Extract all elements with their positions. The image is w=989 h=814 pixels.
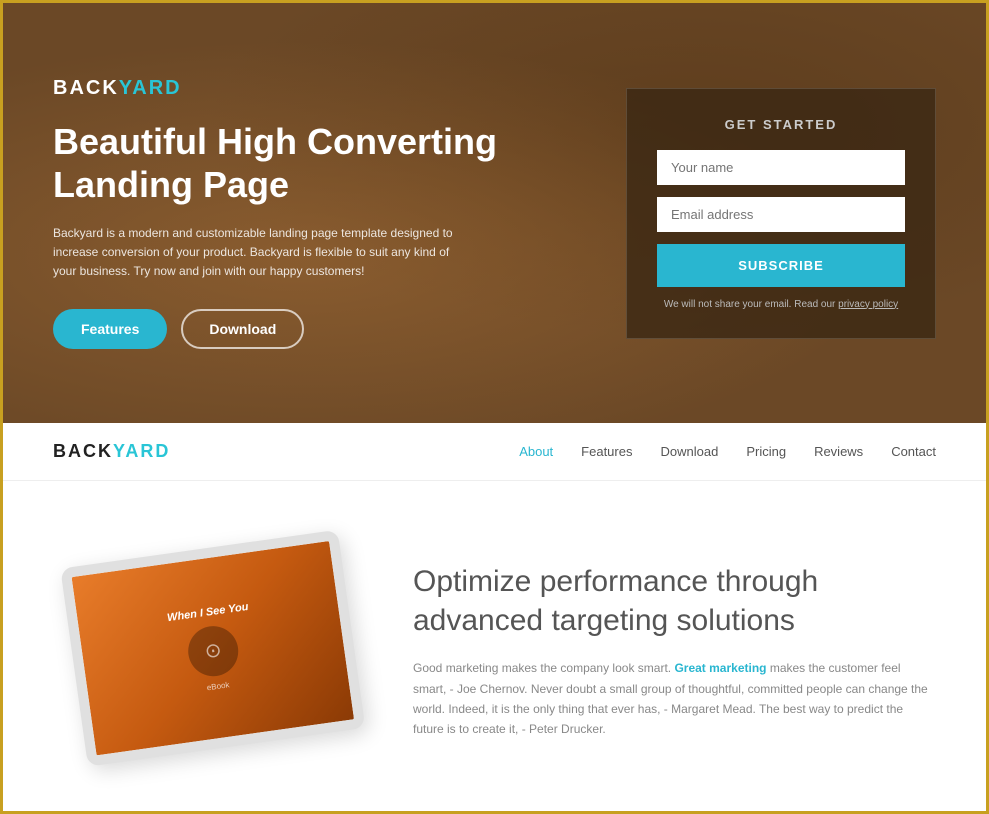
- navbar-logo-yard: YARD: [113, 441, 170, 461]
- content-highlight: Great marketing: [674, 661, 766, 675]
- tablet-bottom-text: eBook: [206, 680, 230, 692]
- navbar-logo: BACKYARD: [53, 441, 170, 462]
- logo-back: BACK: [53, 77, 119, 99]
- tablet-circle-icon: ⊙: [185, 623, 241, 679]
- nav-link-download[interactable]: Download: [660, 444, 718, 459]
- nav-item-features[interactable]: Features: [581, 443, 632, 461]
- nav-link-contact[interactable]: Contact: [891, 444, 936, 459]
- nav-item-pricing[interactable]: Pricing: [746, 443, 786, 461]
- hero-subtext: Backyard is a modern and customizable la…: [53, 224, 453, 282]
- tablet-book-title: When I See You: [156, 599, 259, 627]
- hero-section: BACKYARD Beautiful High Converting Landi…: [3, 3, 986, 423]
- email-input[interactable]: [657, 197, 905, 232]
- nav-link-reviews[interactable]: Reviews: [814, 444, 863, 459]
- navbar-nav: About Features Download Pricing Reviews …: [519, 443, 936, 461]
- features-button[interactable]: Features: [53, 309, 167, 349]
- hero-content: BACKYARD Beautiful High Converting Landi…: [3, 37, 986, 390]
- nav-item-download[interactable]: Download: [660, 443, 718, 461]
- content-headline: Optimize performance through advanced ta…: [413, 562, 936, 640]
- nav-item-reviews[interactable]: Reviews: [814, 443, 863, 461]
- content-section: When I See You ⊙ eBook Optimize performa…: [3, 481, 986, 811]
- get-started-form: GET STARTED SUBSCRIBE We will not share …: [626, 88, 936, 339]
- privacy-policy-link[interactable]: privacy policy: [838, 299, 898, 310]
- subscribe-button[interactable]: SUBSCRIBE: [657, 244, 905, 287]
- navbar: BACKYARD About Features Download Pricing…: [3, 423, 986, 481]
- nav-link-about[interactable]: About: [519, 444, 553, 459]
- download-button[interactable]: Download: [181, 309, 304, 349]
- hero-logo: BACKYARD: [53, 77, 513, 100]
- navbar-logo-back: BACK: [53, 441, 113, 461]
- hero-headline: Beautiful High Converting Landing Page: [53, 120, 513, 206]
- content-text: Optimize performance through advanced ta…: [413, 562, 936, 740]
- logo-yard: YARD: [119, 77, 182, 99]
- hero-buttons: Features Download: [53, 309, 513, 349]
- content-body-start: Good marketing makes the company look sm…: [413, 661, 674, 675]
- form-title: GET STARTED: [657, 117, 905, 132]
- name-input[interactable]: [657, 150, 905, 185]
- hero-left-panel: BACKYARD Beautiful High Converting Landi…: [53, 77, 513, 350]
- content-body: Good marketing makes the company look sm…: [413, 658, 936, 740]
- tablet-frame: When I See You ⊙ eBook: [60, 530, 365, 767]
- tablet-illustration: When I See You ⊙ eBook: [53, 551, 353, 751]
- form-privacy-text: We will not share your email. Read our p…: [657, 299, 905, 310]
- nav-link-pricing[interactable]: Pricing: [746, 444, 786, 459]
- nav-item-contact[interactable]: Contact: [891, 443, 936, 461]
- nav-item-about[interactable]: About: [519, 443, 553, 461]
- nav-link-features[interactable]: Features: [581, 444, 632, 459]
- tablet-screen: When I See You ⊙ eBook: [72, 541, 355, 755]
